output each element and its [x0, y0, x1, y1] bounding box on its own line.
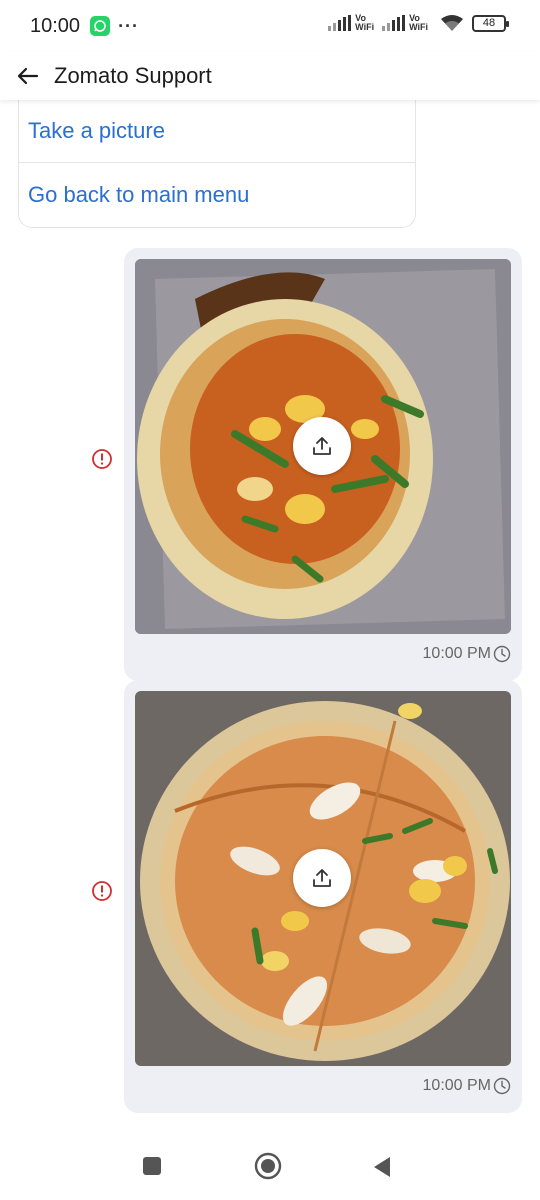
pizza-photo[interactable] — [135, 259, 511, 634]
battery-level: 48 — [482, 17, 496, 29]
triangle-back-icon — [374, 1157, 390, 1177]
back-arrow-icon[interactable] — [16, 64, 40, 88]
upload-icon — [313, 437, 331, 455]
status-bar: 10:00 ··· Vo WiFi Vo WiFi 48 — [0, 0, 540, 52]
battery-icon: 48 — [472, 14, 509, 32]
image-message: 10:00 PM — [124, 680, 522, 1113]
quick-reply-menu: Take a picture Go back to main menu — [18, 100, 416, 228]
pizza-photo[interactable] — [135, 691, 511, 1066]
message-timestamp: 10:00 PM — [422, 645, 491, 662]
status-indicators: Vo WiFi Vo WiFi 48 — [328, 13, 509, 32]
take-picture-option[interactable]: Take a picture — [19, 100, 415, 163]
wifi-icon — [441, 15, 463, 31]
pending-clock-icon — [493, 645, 511, 663]
upload-retry-button[interactable] — [293, 849, 351, 907]
back-button[interactable] — [372, 1156, 392, 1178]
signal-icon-1 — [328, 15, 352, 31]
vowifi-label-2: Vo WiFi — [409, 13, 428, 32]
more-notifications-icon: ··· — [118, 15, 140, 36]
message-timestamp: 10:00 PM — [422, 1077, 491, 1094]
vowifi-label-1: Vo WiFi — [355, 13, 375, 32]
square-icon — [143, 1157, 161, 1175]
message-meta: 10:00 PM — [135, 638, 511, 670]
home-button[interactable] — [254, 1152, 282, 1180]
send-error-icon[interactable] — [91, 880, 113, 902]
chat-header: Zomato Support — [0, 52, 540, 100]
circle-home-icon — [254, 1152, 282, 1180]
whatsapp-notification-icon — [90, 16, 111, 36]
system-nav-bar — [0, 1132, 540, 1200]
chat-thread[interactable]: Take a picture Go back to main menu 10:0… — [0, 100, 540, 1120]
status-time: 10:00 — [30, 14, 81, 37]
send-error-icon[interactable] — [91, 448, 113, 470]
main-menu-option[interactable]: Go back to main menu — [19, 163, 415, 227]
pending-clock-icon — [493, 1077, 511, 1095]
image-message: 10:00 PM — [124, 248, 522, 681]
signal-icon-2 — [382, 15, 406, 31]
message-meta: 10:00 PM — [135, 1070, 511, 1102]
recents-button[interactable] — [142, 1156, 162, 1176]
page-title: Zomato Support — [54, 63, 212, 88]
upload-retry-button[interactable] — [293, 417, 351, 475]
upload-icon — [313, 869, 331, 887]
